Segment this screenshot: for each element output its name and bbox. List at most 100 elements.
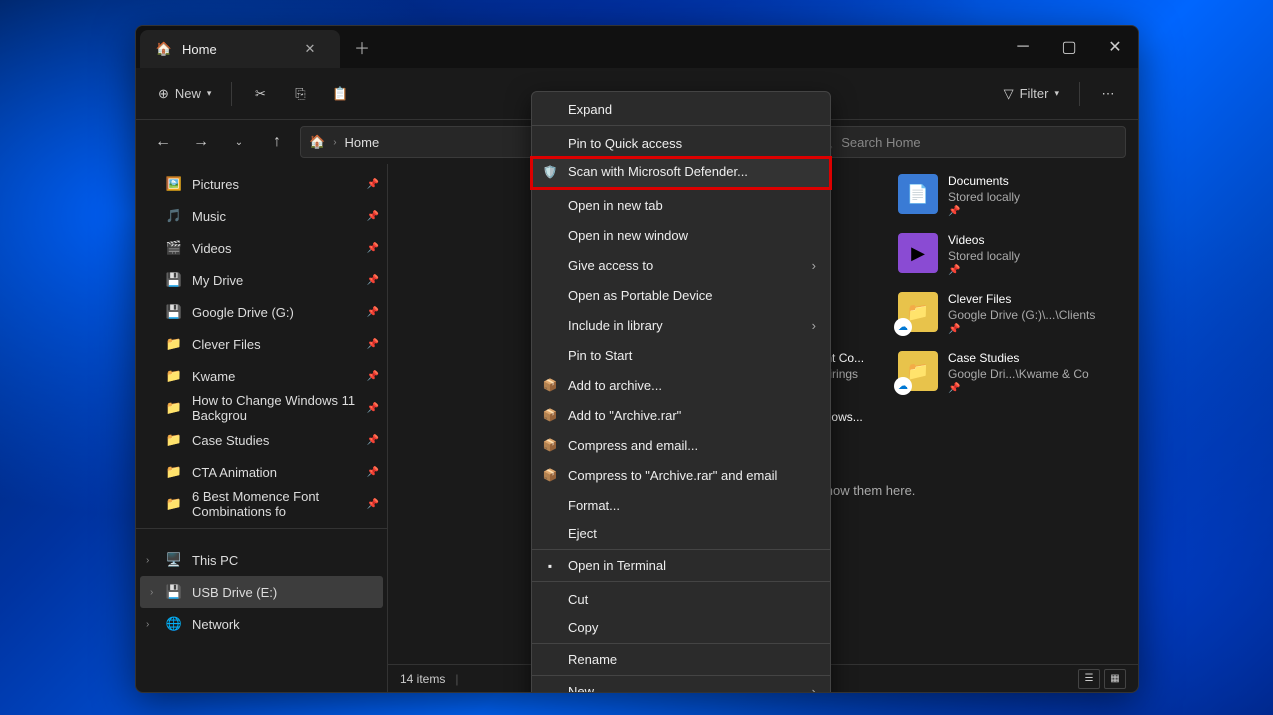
context-menu-item[interactable]: 📦 Add to "Archive.rar" [532, 400, 830, 430]
pin-icon: 📌 [948, 265, 1020, 276]
folder-icon: 💾 [166, 304, 182, 320]
back-button[interactable]: ← [148, 127, 178, 157]
new-button[interactable]: ⊕ New ▾ [148, 77, 221, 111]
item-title: Case Studies [948, 351, 1089, 365]
context-menu-item[interactable]: Include in library› [532, 310, 830, 340]
context-menu-item[interactable]: Eject [532, 520, 830, 550]
copy-button[interactable]: ⎘ [282, 77, 318, 111]
menu-item-label: Open in new window [568, 228, 688, 243]
pin-icon: 📌 [367, 307, 379, 318]
folder-icon: ▶ [898, 233, 938, 273]
cloud-badge-icon: ☁ [894, 377, 912, 395]
menu-item-label: Copy [568, 620, 598, 635]
icons-view-button[interactable]: ▦ [1104, 669, 1126, 689]
pin-icon: 📌 [948, 206, 1020, 217]
context-menu-item[interactable]: New › [532, 678, 830, 693]
sidebar-drive-item[interactable]: ›🖥️This PC [136, 544, 387, 576]
menu-item-label: Cut [568, 592, 588, 607]
drive-icon: 💾 [166, 584, 182, 600]
menu-item-icon: 📦 [542, 407, 558, 423]
menu-item-label: Compress and email... [568, 438, 698, 453]
sidebar-drive-item[interactable]: ›💾USB Drive (E:) [140, 576, 383, 608]
context-menu-item[interactable]: ▪Open in Terminal [532, 552, 830, 582]
close-window-button[interactable]: ✕ [1092, 26, 1138, 68]
sidebar-item[interactable]: 🎬Videos📌 [136, 232, 387, 264]
context-menu-item[interactable]: Open in new tab [532, 190, 830, 220]
context-menu-item[interactable]: Copy [532, 614, 830, 644]
context-menu-item[interactable]: Rename [532, 646, 830, 676]
recent-button[interactable]: ⌄ [224, 127, 254, 157]
sidebar-item[interactable]: 📁Kwame📌 [136, 360, 387, 392]
menu-item-icon: 🛡️ [542, 164, 558, 180]
new-tab-button[interactable]: ＋ [348, 33, 376, 61]
cut-button[interactable]: ✂ [242, 77, 278, 111]
up-button[interactable]: ↑ [262, 127, 292, 157]
tab-home[interactable]: 🏠 Home ✕ [140, 30, 340, 68]
folder-icon: 🎵 [166, 208, 182, 224]
context-menu-item[interactable]: Expand [532, 96, 830, 126]
menu-item-label: New [568, 684, 594, 693]
sidebar-item[interactable]: 📁6 Best Momence Font Combinations fo📌 [136, 488, 387, 520]
pin-icon: 📌 [948, 324, 1095, 335]
minimize-button[interactable]: ─ [1000, 26, 1046, 68]
menu-item-label: Expand [568, 102, 612, 117]
paste-button[interactable]: 📋 [322, 77, 358, 111]
pin-icon: 📌 [367, 467, 379, 478]
sidebar-drive-item[interactable]: ›🌐Network [136, 608, 387, 640]
scissors-icon: ✂ [255, 86, 266, 102]
forward-button[interactable]: → [186, 127, 216, 157]
folder-icon: 📁 [166, 432, 182, 448]
sidebar-item[interactable]: 💾My Drive📌 [136, 264, 387, 296]
folder-item[interactable]: 📁☁ Clever FilesGoogle Drive (G:)\...\Cli… [898, 292, 1118, 335]
chevron-right-icon: › [150, 587, 153, 598]
pin-icon: 📌 [948, 383, 1089, 394]
menu-item-label: Add to "Archive.rar" [568, 408, 681, 423]
filter-label: Filter [1020, 86, 1049, 101]
sidebar-item[interactable]: 📁CTA Animation📌 [136, 456, 387, 488]
sidebar-item-label: Clever Files [192, 337, 261, 352]
item-subtitle: Stored locally [948, 249, 1020, 263]
maximize-button[interactable]: ▢ [1046, 26, 1092, 68]
context-menu-item[interactable]: Open as Portable Device [532, 280, 830, 310]
details-view-button[interactable]: ☰ [1078, 669, 1100, 689]
sidebar-item[interactable]: 💾Google Drive (G:)📌 [136, 296, 387, 328]
context-menu-item[interactable]: 📦Compress and email... [532, 430, 830, 460]
folder-item[interactable]: 📁☁ Case StudiesGoogle Dri...\Kwame & Co📌 [898, 351, 1118, 394]
context-menu-item[interactable]: Give access to› [532, 250, 830, 280]
search-input[interactable]: 🔍 Search Home [806, 126, 1126, 158]
sidebar-item[interactable]: 📁Clever Files📌 [136, 328, 387, 360]
context-menu-item[interactable]: 📦Add to archive... [532, 370, 830, 400]
chevron-right-icon: › [333, 137, 336, 148]
context-menu-item[interactable]: Pin to Quick access [532, 128, 830, 158]
paste-icon: 📋 [332, 86, 348, 102]
sidebar-item[interactable]: 🎵Music📌 [136, 200, 387, 232]
cloud-badge-icon: ☁ [894, 318, 912, 336]
menu-item-label: Compress to "Archive.rar" and email [568, 468, 777, 483]
menu-item-label: Give access to [568, 258, 653, 273]
more-button[interactable]: ⋯ [1090, 77, 1126, 111]
menu-item-label: Add to archive... [568, 378, 662, 393]
item-title: Documents [948, 174, 1020, 188]
menu-item-label: Include in library [568, 318, 663, 333]
context-menu-item[interactable]: 🛡️Scan with Microsoft Defender... [532, 158, 830, 188]
sidebar-item-label: How to Change Windows 11 Backgrou [192, 393, 357, 423]
sidebar: 🖼️Pictures📌🎵Music📌🎬Videos📌💾My Drive📌💾Goo… [136, 164, 388, 692]
context-menu-item[interactable]: Pin to Start [532, 340, 830, 370]
sidebar-item-label: Case Studies [192, 433, 269, 448]
filter-button[interactable]: ▽ Filter ▾ [994, 77, 1069, 111]
close-tab-icon[interactable]: ✕ [296, 35, 324, 63]
chevron-right-icon: › [812, 684, 816, 693]
sidebar-item[interactable]: 📁Case Studies📌 [136, 424, 387, 456]
sidebar-item[interactable]: 🖼️Pictures📌 [136, 168, 387, 200]
context-menu-item[interactable]: Format... [532, 490, 830, 520]
menu-item-label: Open as Portable Device [568, 288, 713, 303]
folder-icon: 📁 [166, 336, 182, 352]
context-menu-item[interactable]: Cut [532, 584, 830, 614]
context-menu-item[interactable]: Open in new window [532, 220, 830, 250]
folder-item[interactable]: ▶ VideosStored locally📌 [898, 233, 1118, 276]
sidebar-item[interactable]: 📁How to Change Windows 11 Backgrou📌 [136, 392, 387, 424]
file-explorer-window: 🏠 Home ✕ ＋ ─ ▢ ✕ ⊕ New ▾ ✂ ⎘ 📋 ▽ Filter … [135, 25, 1139, 693]
folder-icon: 📁 [166, 464, 182, 480]
context-menu-item[interactable]: 📦Compress to "Archive.rar" and email [532, 460, 830, 490]
folder-item[interactable]: 📄 DocumentsStored locally📌 [898, 174, 1118, 217]
